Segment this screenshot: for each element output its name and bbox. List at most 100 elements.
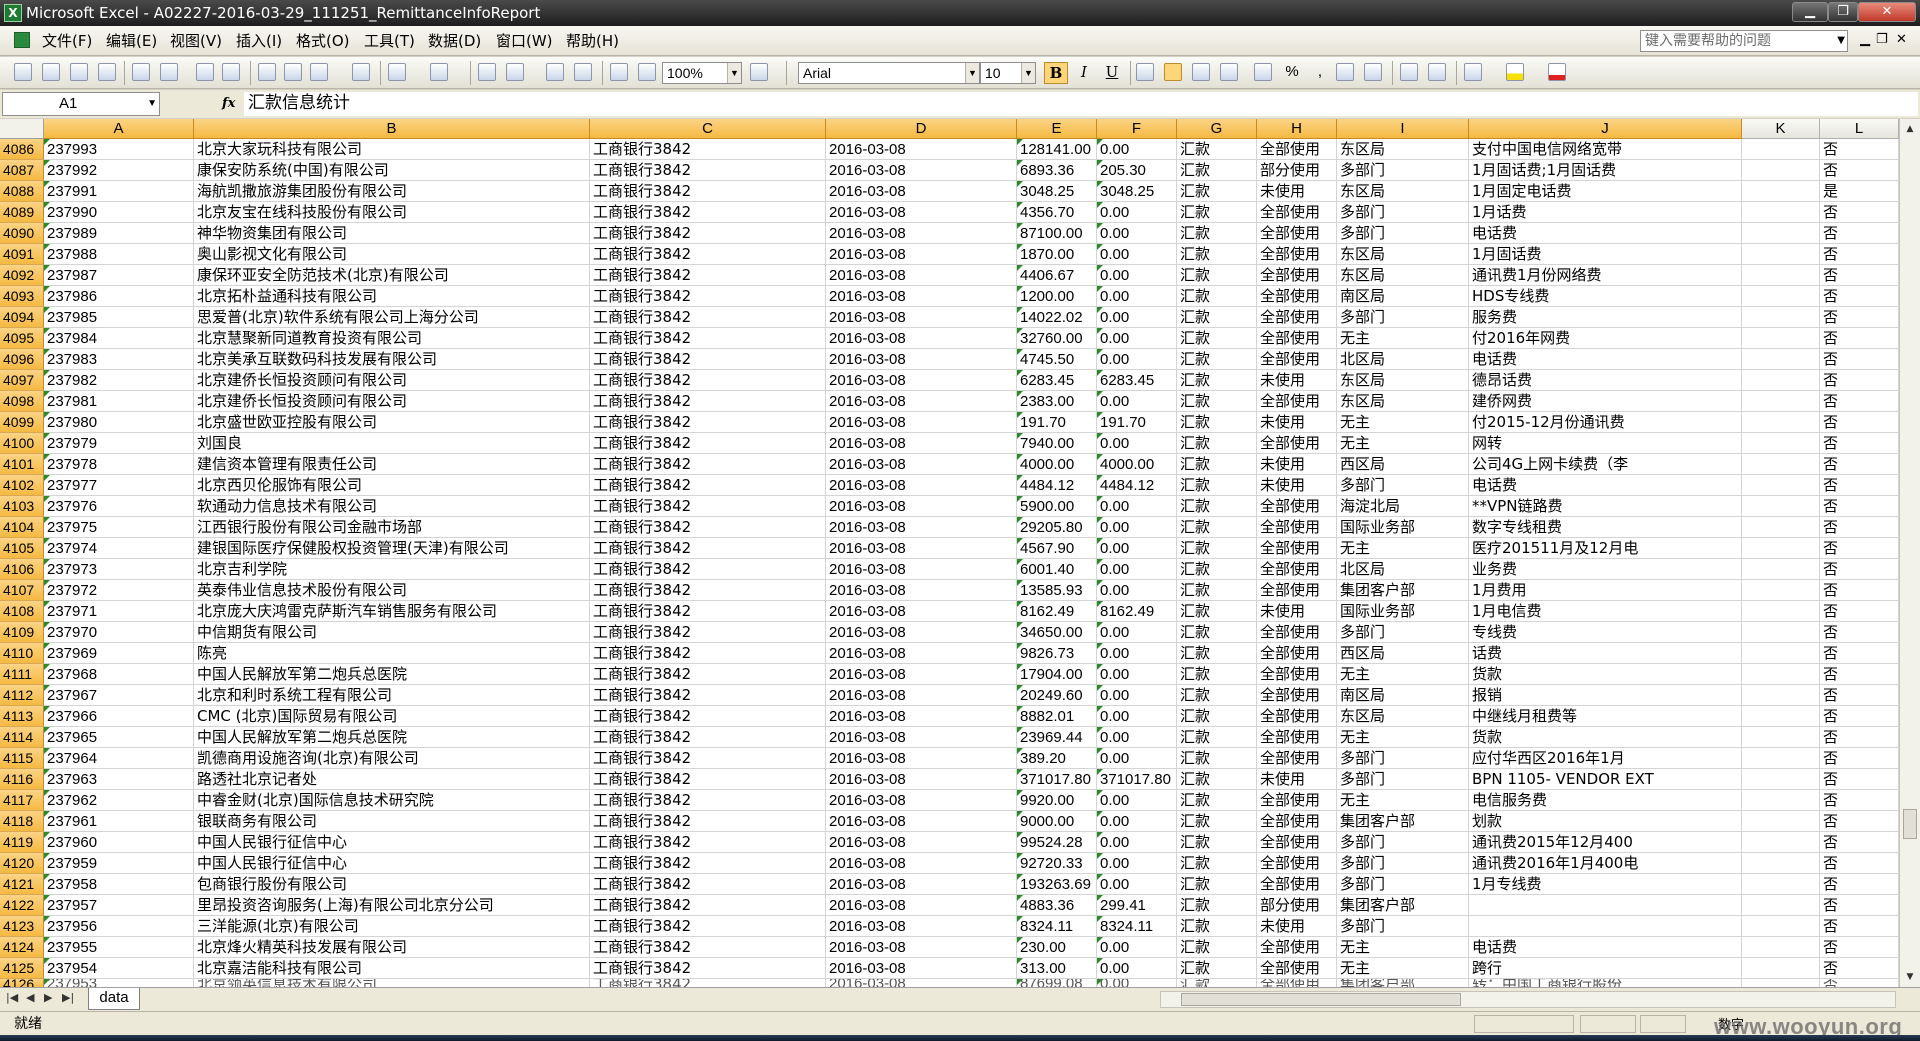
cell-h[interactable]: 全部使用 bbox=[1257, 433, 1337, 454]
cell-g[interactable]: 汇款 bbox=[1177, 769, 1257, 790]
cell-e[interactable]: 17904.00 bbox=[1017, 664, 1097, 685]
cell-g[interactable]: 汇款 bbox=[1177, 160, 1257, 181]
cell-a[interactable]: 237983 bbox=[44, 349, 194, 370]
cell-e[interactable]: 371017.80 bbox=[1017, 769, 1097, 790]
cell-b[interactable]: 刘国良 bbox=[194, 433, 590, 454]
cell-j[interactable]: **VPN链路费 bbox=[1469, 496, 1742, 517]
cell-k[interactable] bbox=[1742, 559, 1820, 580]
row-header[interactable]: 4114 bbox=[0, 727, 44, 748]
cell-b[interactable]: 中国人民银行征信中心 bbox=[194, 853, 590, 874]
cell-l[interactable]: 否 bbox=[1820, 370, 1899, 391]
cell-j[interactable]: 应付华西区2016年1月 bbox=[1469, 748, 1742, 769]
cell-b[interactable]: 英泰伟业信息技术股份有限公司 bbox=[194, 580, 590, 601]
cell-b[interactable]: 北京建侨长恒投资顾问有限公司 bbox=[194, 391, 590, 412]
cell-l[interactable]: 否 bbox=[1820, 916, 1899, 937]
column-header-d[interactable]: D bbox=[826, 119, 1017, 139]
cell-g[interactable]: 汇款 bbox=[1177, 370, 1257, 391]
fill-color-icon[interactable] bbox=[1506, 63, 1524, 81]
cell-a[interactable]: 237984 bbox=[44, 328, 194, 349]
cell-i[interactable]: 无主 bbox=[1337, 664, 1469, 685]
cell-d[interactable]: 2016-03-08 bbox=[826, 328, 1017, 349]
cell-i[interactable]: 东区局 bbox=[1337, 139, 1469, 160]
cell-l[interactable]: 否 bbox=[1820, 517, 1899, 538]
cell-l[interactable]: 否 bbox=[1820, 202, 1899, 223]
row-header[interactable]: 4111 bbox=[0, 664, 44, 685]
cell-g[interactable]: 汇款 bbox=[1177, 622, 1257, 643]
cell-f[interactable]: 0.00 bbox=[1097, 748, 1177, 769]
cell-l[interactable]: 否 bbox=[1820, 265, 1899, 286]
cell-j[interactable]: 1月话费 bbox=[1469, 202, 1742, 223]
cell-i[interactable]: 多部门 bbox=[1337, 160, 1469, 181]
cell-k[interactable] bbox=[1742, 244, 1820, 265]
cell-b[interactable]: 中睿金财(北京)国际信息技术研究院 bbox=[194, 790, 590, 811]
cell-l[interactable]: 否 bbox=[1820, 769, 1899, 790]
cell-l[interactable]: 否 bbox=[1820, 832, 1899, 853]
cell-h[interactable]: 全部使用 bbox=[1257, 391, 1337, 412]
row-header[interactable]: 4099 bbox=[0, 412, 44, 433]
cell-e[interactable]: 29205.80 bbox=[1017, 517, 1097, 538]
cell-l[interactable]: 否 bbox=[1820, 412, 1899, 433]
cell-g[interactable]: 汇款 bbox=[1177, 916, 1257, 937]
cell-f[interactable]: 0.00 bbox=[1097, 202, 1177, 223]
cell-j[interactable]: 业务费 bbox=[1469, 559, 1742, 580]
cell-j[interactable]: 德昂话费 bbox=[1469, 370, 1742, 391]
cell-l[interactable]: 否 bbox=[1820, 160, 1899, 181]
cell-e[interactable]: 87699.08 bbox=[1017, 979, 1097, 987]
cell-i[interactable]: 无主 bbox=[1337, 727, 1469, 748]
cell-l[interactable]: 否 bbox=[1820, 349, 1899, 370]
cell-f[interactable]: 205.30 bbox=[1097, 160, 1177, 181]
scroll-up-icon[interactable]: ▲ bbox=[1902, 121, 1918, 137]
cell-j[interactable]: 货款 bbox=[1469, 727, 1742, 748]
cell-g[interactable]: 汇款 bbox=[1177, 790, 1257, 811]
cell-d[interactable]: 2016-03-08 bbox=[826, 580, 1017, 601]
cell-l[interactable]: 否 bbox=[1820, 559, 1899, 580]
cell-h[interactable]: 全部使用 bbox=[1257, 307, 1337, 328]
cell-l[interactable]: 否 bbox=[1820, 538, 1899, 559]
column-header-k[interactable]: K bbox=[1742, 119, 1820, 139]
cell-j[interactable]: 电话费 bbox=[1469, 349, 1742, 370]
cell-d[interactable]: 2016-03-08 bbox=[826, 853, 1017, 874]
cell-c[interactable]: 工商银行3842 bbox=[590, 832, 826, 853]
cell-g[interactable]: 汇款 bbox=[1177, 139, 1257, 160]
cell-i[interactable]: 海淀北局 bbox=[1337, 496, 1469, 517]
row-header[interactable]: 4109 bbox=[0, 622, 44, 643]
row-header[interactable]: 4112 bbox=[0, 685, 44, 706]
cell-k[interactable] bbox=[1742, 496, 1820, 517]
column-header-g[interactable]: G bbox=[1177, 119, 1257, 139]
cell-a[interactable]: 237971 bbox=[44, 601, 194, 622]
cell-k[interactable] bbox=[1742, 916, 1820, 937]
cell-k[interactable] bbox=[1742, 601, 1820, 622]
cell-d[interactable]: 2016-03-08 bbox=[826, 790, 1017, 811]
open-icon[interactable] bbox=[42, 63, 60, 81]
row-header[interactable]: 4115 bbox=[0, 748, 44, 769]
close-button[interactable]: ✕ bbox=[1858, 2, 1916, 22]
cell-j[interactable]: 转：中国工商银行股份 bbox=[1469, 979, 1742, 987]
cell-g[interactable]: 汇款 bbox=[1177, 643, 1257, 664]
cell-d[interactable]: 2016-03-08 bbox=[826, 979, 1017, 987]
menu-data[interactable]: 数据(D) bbox=[428, 32, 481, 50]
cell-b[interactable]: 北京西贝伦服饰有限公司 bbox=[194, 475, 590, 496]
cell-k[interactable] bbox=[1742, 265, 1820, 286]
cell-d[interactable]: 2016-03-08 bbox=[826, 748, 1017, 769]
cell-j[interactable]: 电话费 bbox=[1469, 223, 1742, 244]
cell-b[interactable]: 北京和利时系统工程有限公司 bbox=[194, 685, 590, 706]
cell-l[interactable]: 否 bbox=[1820, 496, 1899, 517]
cell-f[interactable]: 0.00 bbox=[1097, 307, 1177, 328]
increase-indent-icon[interactable] bbox=[1428, 63, 1446, 81]
cell-k[interactable] bbox=[1742, 202, 1820, 223]
name-box[interactable]: A1 ▼ bbox=[2, 92, 160, 116]
row-header[interactable]: 4108 bbox=[0, 601, 44, 622]
cell-b[interactable]: 包商银行股份有限公司 bbox=[194, 874, 590, 895]
cell-h[interactable]: 未使用 bbox=[1257, 370, 1337, 391]
cell-a[interactable]: 237961 bbox=[44, 811, 194, 832]
row-header[interactable]: 4100 bbox=[0, 433, 44, 454]
spreadsheet-grid[interactable]: ▲ ▼ A B C D E F G H I J K L 4086 237993 北京大家玩科技有限公司 工商银… bbox=[0, 119, 1920, 987]
cell-c[interactable]: 工商银行3842 bbox=[590, 181, 826, 202]
column-header-e[interactable]: E bbox=[1017, 119, 1097, 139]
cell-j[interactable]: 数字专线租费 bbox=[1469, 517, 1742, 538]
cell-a[interactable]: 237957 bbox=[44, 895, 194, 916]
cell-f[interactable]: 0.00 bbox=[1097, 265, 1177, 286]
row-header[interactable]: 4096 bbox=[0, 349, 44, 370]
cell-h[interactable]: 部分使用 bbox=[1257, 160, 1337, 181]
cell-k[interactable] bbox=[1742, 160, 1820, 181]
